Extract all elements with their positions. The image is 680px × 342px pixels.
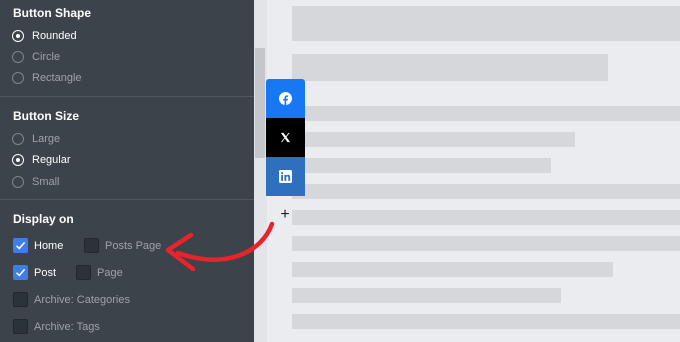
radio-label: Rounded [32, 30, 77, 42]
facebook-icon [279, 92, 292, 105]
content-placeholder [292, 106, 680, 121]
radio-rectangle[interactable]: Rectangle [12, 70, 82, 86]
radio-label: Rectangle [32, 72, 82, 84]
checkbox-archive-tags[interactable]: Archive: Tags [13, 318, 100, 335]
radio-label: Large [32, 133, 61, 145]
checkbox-box [76, 265, 91, 280]
checkbox-page[interactable]: Page [76, 264, 123, 281]
content-placeholder [292, 132, 575, 147]
content-placeholder [292, 158, 551, 173]
radio-label: Small [32, 176, 60, 188]
x-icon [280, 132, 291, 143]
radio-label: Circle [32, 51, 61, 63]
x-share-button[interactable] [266, 118, 305, 157]
radio-indicator [12, 30, 24, 42]
facebook-share-button[interactable] [266, 79, 305, 118]
radio-indicator [12, 133, 24, 145]
checkbox-box [13, 292, 28, 307]
linkedin-icon [279, 170, 292, 183]
radio-rounded[interactable]: Rounded [12, 28, 77, 44]
checkbox-box [13, 265, 28, 280]
radio-indicator [12, 176, 24, 188]
checkbox-posts-page[interactable]: Posts Page [84, 237, 161, 254]
checkbox-home[interactable]: Home [13, 237, 63, 254]
content-placeholder [292, 210, 680, 225]
content-placeholder [292, 236, 680, 251]
content-placeholder [292, 262, 613, 277]
checkbox-box [13, 319, 28, 334]
radio-indicator [12, 154, 24, 166]
checkbox-label: Home [34, 239, 64, 252]
content-placeholder [292, 184, 680, 199]
content-placeholder [292, 288, 561, 303]
settings-panel: Button Shape Rounded Circle Rectangle Bu… [0, 0, 254, 342]
section-divider [0, 96, 254, 97]
content-placeholder [292, 314, 680, 329]
checkbox-label: Archive: Categories [34, 293, 130, 306]
section-divider [0, 199, 254, 200]
more-share-button[interactable]: + [278, 206, 292, 224]
checkbox-post[interactable]: Post [13, 264, 56, 281]
radio-indicator [12, 51, 24, 63]
checkmark-icon [15, 268, 26, 277]
radio-circle[interactable]: Circle [12, 49, 60, 65]
checkbox-archive-categories[interactable]: Archive: Categories [13, 291, 130, 308]
preview-scrollbar-thumb[interactable] [255, 48, 265, 158]
checkbox-label: Posts Page [105, 239, 162, 252]
radio-indicator [12, 72, 24, 84]
button-size-heading: Button Size [13, 109, 79, 123]
button-shape-heading: Button Shape [13, 6, 91, 20]
checkbox-label: Archive: Tags [34, 320, 100, 333]
radio-large[interactable]: Large [12, 131, 60, 147]
content-placeholder [292, 54, 608, 81]
radio-small[interactable]: Small [12, 174, 60, 190]
radio-regular[interactable]: Regular [12, 152, 71, 168]
display-on-heading: Display on [13, 212, 74, 226]
checkmark-icon [15, 241, 26, 250]
checkbox-label: Page [97, 266, 123, 279]
content-placeholder [292, 6, 680, 41]
checkbox-box [13, 238, 28, 253]
linkedin-share-button[interactable] [266, 157, 305, 196]
radio-label: Regular [32, 154, 71, 166]
checkbox-box [84, 238, 99, 253]
checkbox-label: Post [34, 266, 57, 279]
